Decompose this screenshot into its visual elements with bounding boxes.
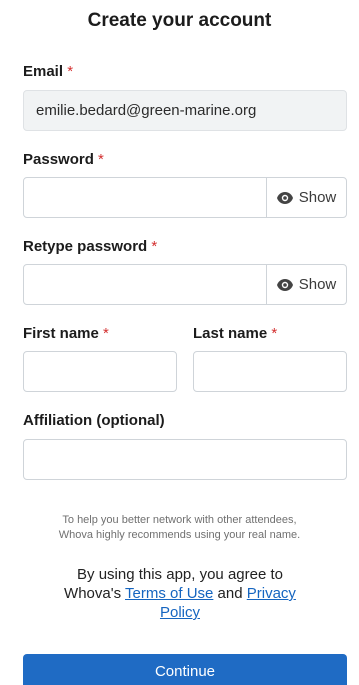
- password-input[interactable]: [24, 178, 266, 217]
- page-title: Create your account: [87, 10, 272, 31]
- required-mark: *: [103, 325, 109, 342]
- real-name-help-text: To help you better network with other at…: [0, 513, 359, 543]
- last-name-field[interactable]: [193, 351, 347, 392]
- retype-password-label-text: Retype password: [23, 238, 148, 255]
- help-text-line: Whova highly recommends using your real …: [58, 529, 301, 541]
- terms-conjunction: and: [217, 585, 243, 602]
- continue-button-label: Continue: [154, 663, 216, 680]
- affiliation-field[interactable]: [23, 439, 347, 480]
- first-name-label: First name *: [23, 325, 109, 342]
- email-label-text: Email: [23, 63, 64, 80]
- show-retype-password-button[interactable]: Show: [266, 265, 346, 304]
- create-account-page: Create your account Email * emilie.bedar…: [0, 0, 359, 685]
- retype-password-input[interactable]: [24, 265, 266, 304]
- password-label-text: Password: [23, 151, 94, 168]
- retype-password-label: Retype password *: [23, 238, 157, 255]
- required-mark: *: [98, 151, 104, 168]
- affiliation-label-text: Affiliation (optional): [23, 412, 165, 429]
- email-label: Email *: [23, 63, 73, 80]
- eye-icon: [276, 278, 293, 291]
- password-field: Show: [23, 177, 347, 218]
- last-name-label: Last name *: [193, 325, 277, 342]
- help-text-line: To help you better network with other at…: [62, 514, 297, 526]
- email-field[interactable]: emilie.bedard@green-marine.org: [23, 90, 347, 131]
- last-name-label-text: Last name: [193, 325, 268, 342]
- show-password-button[interactable]: Show: [266, 178, 346, 217]
- first-name-label-text: First name: [23, 325, 99, 342]
- terms-agreement-text: By using this app, you agree to Whova's …: [50, 565, 310, 622]
- first-name-field[interactable]: [23, 351, 177, 392]
- required-mark: *: [271, 325, 278, 342]
- retype-password-field: Show: [23, 264, 347, 305]
- required-mark: *: [151, 238, 158, 255]
- password-label: Password *: [23, 151, 104, 168]
- terms-of-use-link[interactable]: Terms of Use: [125, 585, 213, 602]
- show-retype-password-label: Show: [298, 276, 337, 293]
- show-password-label: Show: [298, 189, 337, 206]
- email-value: emilie.bedard@green-marine.org: [36, 102, 257, 119]
- affiliation-label: Affiliation (optional): [23, 412, 165, 429]
- required-mark: *: [67, 63, 74, 80]
- eye-icon: [276, 191, 293, 204]
- continue-button[interactable]: Continue: [23, 654, 347, 685]
